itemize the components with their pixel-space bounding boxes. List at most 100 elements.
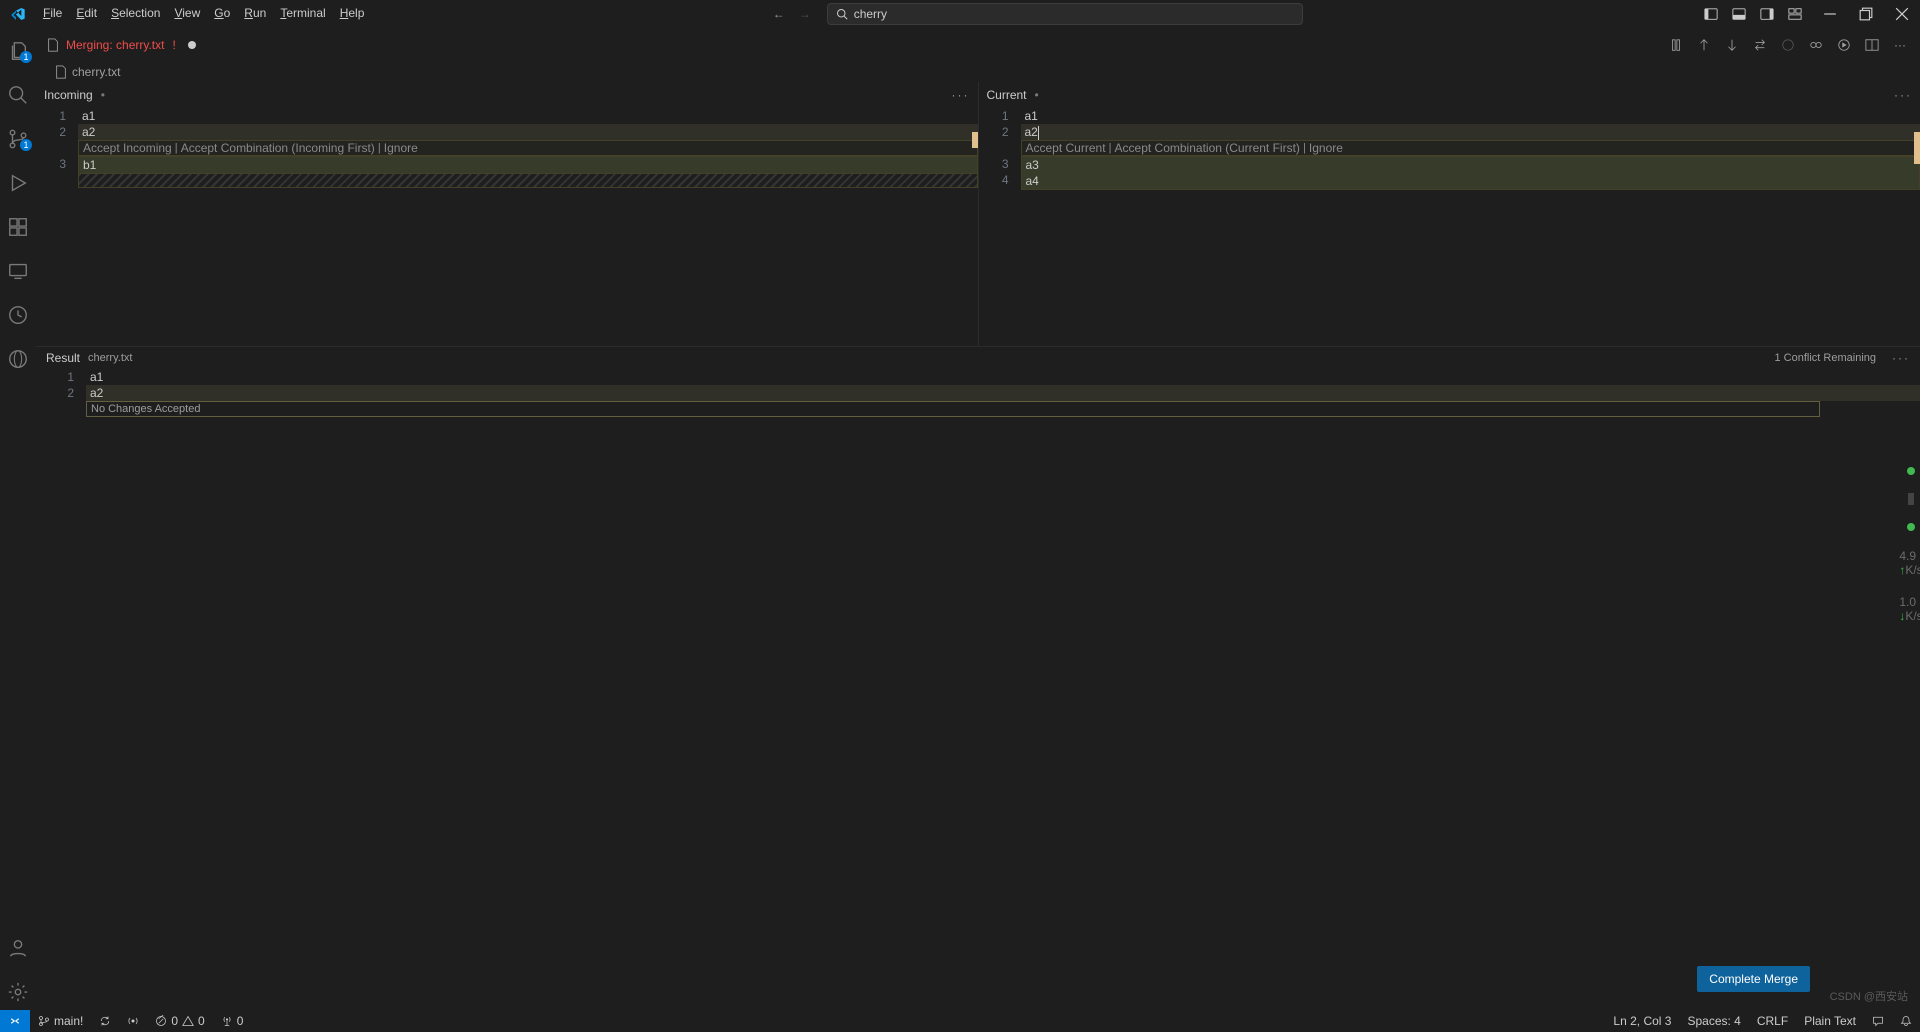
vscode-logo-icon	[0, 6, 36, 22]
merge-run-icon[interactable]	[1834, 35, 1854, 55]
tab-status: !	[172, 38, 175, 52]
toggle-secondary-sidebar-icon[interactable]	[1756, 3, 1778, 25]
status-spaces[interactable]: Spaces: 4	[1679, 1014, 1748, 1028]
main-area: 1 1	[0, 27, 1920, 1010]
toggle-panel-icon[interactable]	[1728, 3, 1750, 25]
menu-run[interactable]: Run	[237, 0, 273, 27]
activity-extensions[interactable]	[0, 209, 36, 245]
code-line[interactable]: a2	[78, 124, 978, 140]
status-sync[interactable]	[91, 1015, 119, 1027]
activity-settings[interactable]	[0, 974, 36, 1010]
status-live[interactable]	[119, 1015, 147, 1027]
line-number: 2	[979, 124, 1009, 140]
editor-actions: ···	[1666, 27, 1920, 62]
menu-file[interactable]: FFileile	[36, 0, 69, 27]
nav-back-icon[interactable]: ←	[773, 7, 785, 21]
incoming-title: Incoming	[44, 88, 93, 102]
result-more-icon[interactable]: ···	[1892, 351, 1910, 365]
code-line[interactable]: b1	[79, 157, 977, 173]
current-editor[interactable]: 1 2 3 4 a1 a2 Accept Current | Accept Co…	[979, 108, 1920, 346]
incoming-more-icon[interactable]: ···	[952, 88, 970, 102]
globe-icon	[7, 348, 29, 370]
overlay-speed-1: 4.9↑K/s	[1899, 549, 1920, 577]
activity-source-control[interactable]: 1	[0, 121, 36, 157]
code-line[interactable]: a1	[86, 369, 1920, 385]
activity-explorer[interactable]: 1	[0, 33, 36, 69]
accept-incoming-link[interactable]: Accept Incoming	[83, 140, 172, 156]
incoming-code[interactable]: a1 a2 Accept Incoming | Accept Combinati…	[78, 108, 978, 346]
current-code[interactable]: a1 a2 Accept Current | Accept Combinatio…	[1021, 108, 1920, 346]
activity-accounts[interactable]	[0, 930, 36, 966]
split-editor-icon[interactable]	[1862, 35, 1882, 55]
menu-view[interactable]: View	[167, 0, 207, 27]
result-code[interactable]: a1 a2 No Changes Accepted	[86, 369, 1920, 1010]
accept-combo-current-link[interactable]: Accept Combination (Current First)	[1115, 140, 1300, 156]
code-line[interactable]: a4	[1022, 173, 1920, 189]
merge-action-2-icon[interactable]	[1806, 35, 1826, 55]
next-change-icon[interactable]	[1722, 35, 1742, 55]
window-minimize-icon[interactable]	[1812, 0, 1848, 27]
merge-editor: Incoming • ··· 1 2 3 a1 a2	[36, 82, 1920, 1010]
status-language[interactable]: Plain Text	[1796, 1014, 1864, 1028]
menu-edit[interactable]: Edit	[69, 0, 104, 27]
command-center-search[interactable]: cherry	[827, 3, 1303, 25]
accept-current-link[interactable]: Accept Current	[1026, 140, 1106, 156]
activity-ext-1[interactable]	[0, 341, 36, 377]
sync-icon	[99, 1015, 111, 1027]
incoming-pane: Incoming • ··· 1 2 3 a1 a2	[36, 82, 978, 346]
status-warnings-count: 0	[198, 1014, 205, 1028]
current-more-icon[interactable]: ···	[1894, 88, 1912, 102]
tab-label: Merging: cherry.txt	[66, 38, 164, 52]
current-side-marker	[1914, 132, 1920, 164]
menu-help[interactable]: Help	[333, 0, 372, 27]
status-feedback[interactable]	[1864, 1015, 1892, 1027]
activity-timeline[interactable]	[0, 297, 36, 333]
compare-icon[interactable]	[1666, 35, 1686, 55]
status-bell[interactable]	[1892, 1015, 1920, 1027]
breadcrumb[interactable]: cherry.txt	[36, 62, 1920, 82]
result-gutter: 1 2	[36, 369, 86, 1010]
activity-remote[interactable]	[0, 253, 36, 289]
window-restore-icon[interactable]	[1848, 0, 1884, 27]
more-actions-icon[interactable]: ···	[1890, 35, 1910, 55]
menu-terminal[interactable]: Terminal	[273, 0, 332, 27]
status-ln-col[interactable]: Ln 2, Col 3	[1605, 1014, 1679, 1028]
menu-selection[interactable]: Selection	[104, 0, 167, 27]
nav-fwd-icon[interactable]: →	[799, 7, 811, 21]
status-branch[interactable]: main!	[30, 1014, 91, 1028]
file-icon	[46, 38, 60, 52]
status-errors-count: 0	[171, 1014, 178, 1028]
status-problems[interactable]: 0 0	[147, 1014, 212, 1028]
status-remote[interactable]	[0, 1010, 30, 1032]
activity-search[interactable]	[0, 77, 36, 113]
code-line[interactable]: a1	[78, 108, 978, 124]
status-eol[interactable]: CRLF	[1749, 1014, 1796, 1028]
accept-combo-incoming-link[interactable]: Accept Combination (Incoming First)	[181, 140, 375, 156]
tab-merging-cherry[interactable]: Merging: cherry.txt !	[36, 27, 207, 62]
code-line[interactable]: a1	[1021, 108, 1920, 124]
command-center-text: cherry	[854, 7, 887, 21]
code-line[interactable]: a2	[1021, 124, 1920, 140]
window-close-icon[interactable]	[1884, 0, 1920, 27]
merge-action-1-icon[interactable]	[1778, 35, 1798, 55]
swap-icon[interactable]	[1750, 35, 1770, 55]
activity-run-debug[interactable]	[0, 165, 36, 201]
complete-merge-button[interactable]: Complete Merge	[1697, 966, 1810, 992]
code-line[interactable]: a2	[86, 385, 1920, 401]
current-title: Current	[987, 88, 1027, 102]
result-file: cherry.txt	[88, 352, 132, 364]
code-line[interactable]: a3	[1022, 157, 1920, 173]
overlay-speed-2: 1.0↓K/s	[1899, 595, 1920, 623]
status-ports[interactable]: 0	[213, 1014, 252, 1028]
line-number: 1	[979, 108, 1009, 124]
toggle-primary-sidebar-icon[interactable]	[1700, 3, 1722, 25]
ignore-incoming-link[interactable]: Ignore	[384, 140, 418, 156]
line-number: 1	[36, 108, 66, 124]
prev-change-icon[interactable]	[1694, 35, 1714, 55]
menu-go[interactable]: Go	[207, 0, 237, 27]
incoming-editor[interactable]: 1 2 3 a1 a2 Accept Incoming | Accept Com…	[36, 108, 978, 346]
ignore-current-link[interactable]: Ignore	[1309, 140, 1343, 156]
result-editor[interactable]: 1 2 a1 a2 No Changes Accepted Complete M…	[36, 369, 1920, 1010]
play-icon	[7, 172, 29, 194]
customize-layout-icon[interactable]	[1784, 3, 1806, 25]
